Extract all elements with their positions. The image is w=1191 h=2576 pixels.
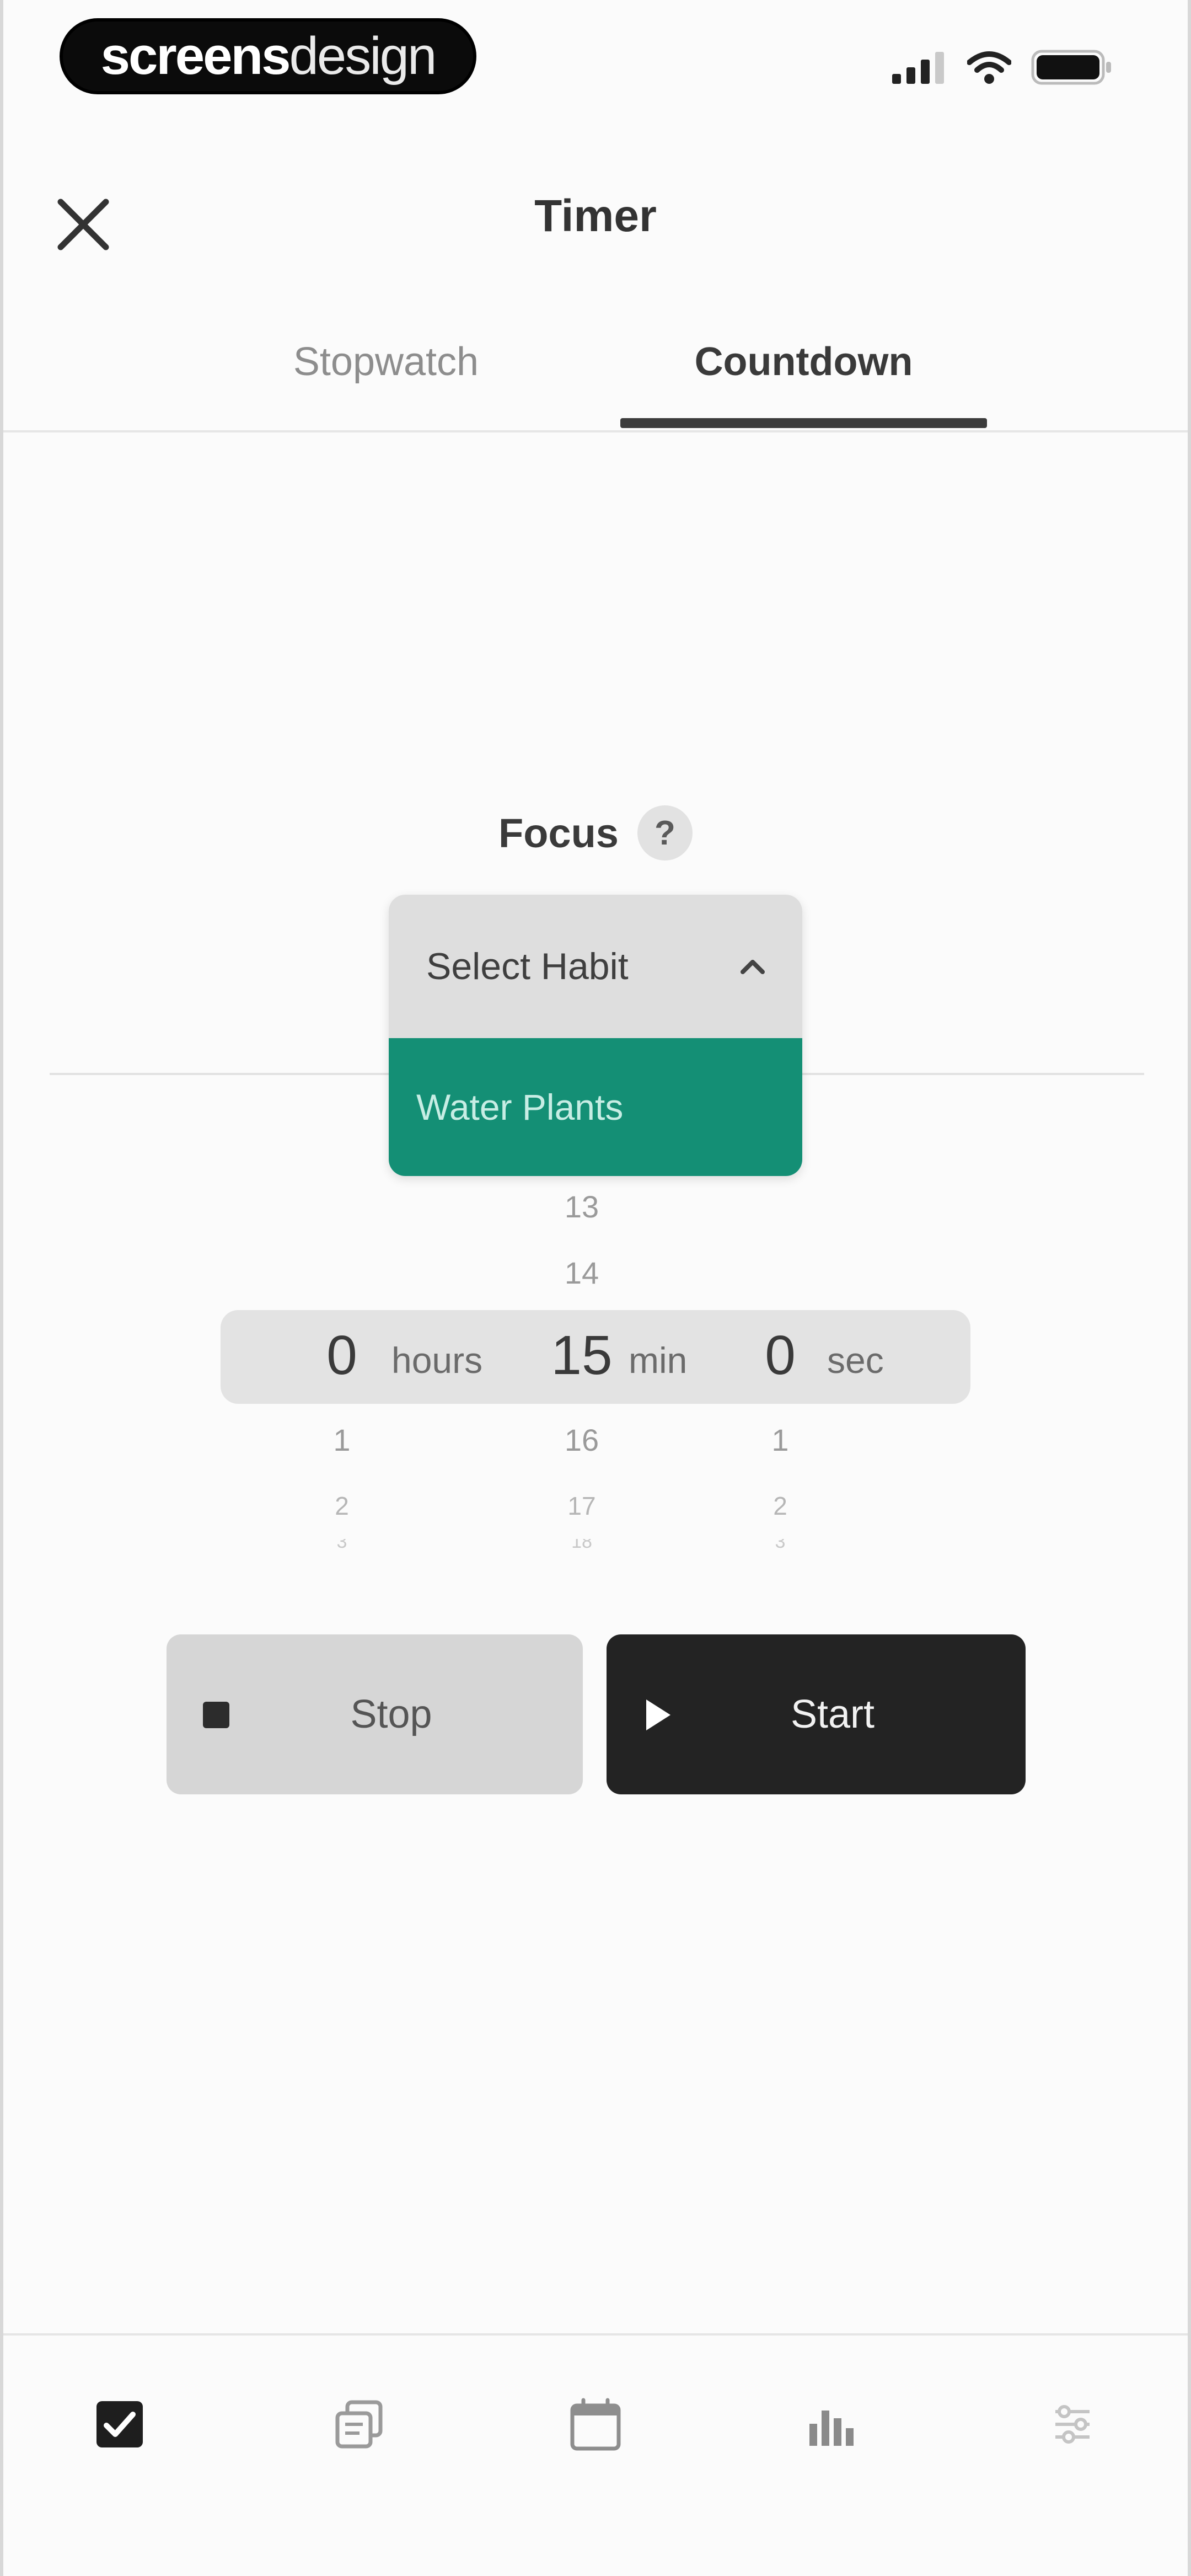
start-button[interactable]: Start	[607, 1634, 1026, 1794]
seconds-option[interactable]: 3	[736, 1539, 824, 1553]
minutes-option[interactable]: 18	[538, 1539, 626, 1553]
focus-label: Focus	[498, 810, 619, 856]
habit-option-label: Water Plants	[416, 1087, 624, 1127]
page-title: Timer	[534, 191, 657, 241]
active-tab-indicator	[620, 418, 987, 428]
nav-stack[interactable]	[320, 2386, 397, 2463]
brand-logo-bold: screens	[100, 26, 291, 85]
tab-stopwatch[interactable]: Stopwatch	[243, 339, 529, 384]
habit-dropdown[interactable]: Select Habit Water Plants	[389, 895, 802, 1176]
stop-button-label: Stop	[350, 1692, 432, 1736]
settings-icon	[1055, 2405, 1090, 2444]
tab-countdown[interactable]: Countdown	[620, 339, 987, 384]
seconds-option[interactable]: 2	[736, 1491, 824, 1521]
hours-option[interactable]: 3	[298, 1539, 386, 1553]
hours-option[interactable]: 1	[298, 1422, 386, 1458]
seconds-unit: sec	[827, 1340, 884, 1381]
minutes-option[interactable]: 16	[538, 1422, 626, 1458]
minutes-option[interactable]: 14	[538, 1255, 626, 1291]
bottom-nav-divider	[0, 2333, 1191, 2335]
habit-dropdown-label: Select Habit	[426, 945, 629, 987]
start-button-label: Start	[790, 1692, 875, 1736]
hours-unit: hours	[391, 1340, 483, 1381]
time-picker[interactable]: 13 14 0 hours 15 min 0 sec 1 16 1 2 17 2…	[221, 1158, 970, 1578]
picker-clip: 3 18 3	[221, 1539, 970, 1553]
wifi-icon	[967, 51, 1011, 84]
nav-calendar[interactable]	[557, 2386, 634, 2463]
minutes-value[interactable]: 15	[527, 1324, 637, 1387]
hours-value[interactable]: 0	[287, 1324, 397, 1387]
brand-logo: screens design	[60, 18, 476, 94]
cellular-signal-icon	[892, 52, 944, 84]
habit-option[interactable]: Water Plants	[389, 1038, 802, 1176]
nav-habits[interactable]	[81, 2386, 158, 2463]
checkbox-icon	[96, 2401, 143, 2447]
chevron-up-icon	[741, 960, 765, 974]
focus-row: Focus ?	[0, 805, 1191, 861]
seconds-value[interactable]: 0	[725, 1324, 835, 1387]
brand-logo-light: design	[289, 26, 437, 85]
habit-dropdown-header[interactable]: Select Habit	[389, 895, 802, 1038]
stack-icon	[335, 2400, 383, 2449]
status-icons	[892, 50, 1114, 85]
minutes-option[interactable]: 13	[538, 1189, 626, 1225]
tabs-divider	[0, 430, 1191, 432]
help-icon[interactable]: ?	[637, 805, 693, 861]
battery-icon	[1031, 50, 1111, 85]
seconds-option[interactable]: 1	[736, 1422, 824, 1458]
hours-option[interactable]: 2	[298, 1491, 386, 1521]
nav-settings[interactable]	[1034, 2386, 1111, 2463]
stop-button[interactable]: Stop	[167, 1634, 583, 1794]
stats-icon	[809, 2411, 854, 2446]
nav-stats[interactable]	[794, 2386, 871, 2463]
calendar-icon	[570, 2398, 621, 2451]
minutes-option[interactable]: 17	[538, 1491, 626, 1521]
minutes-unit: min	[629, 1340, 688, 1381]
